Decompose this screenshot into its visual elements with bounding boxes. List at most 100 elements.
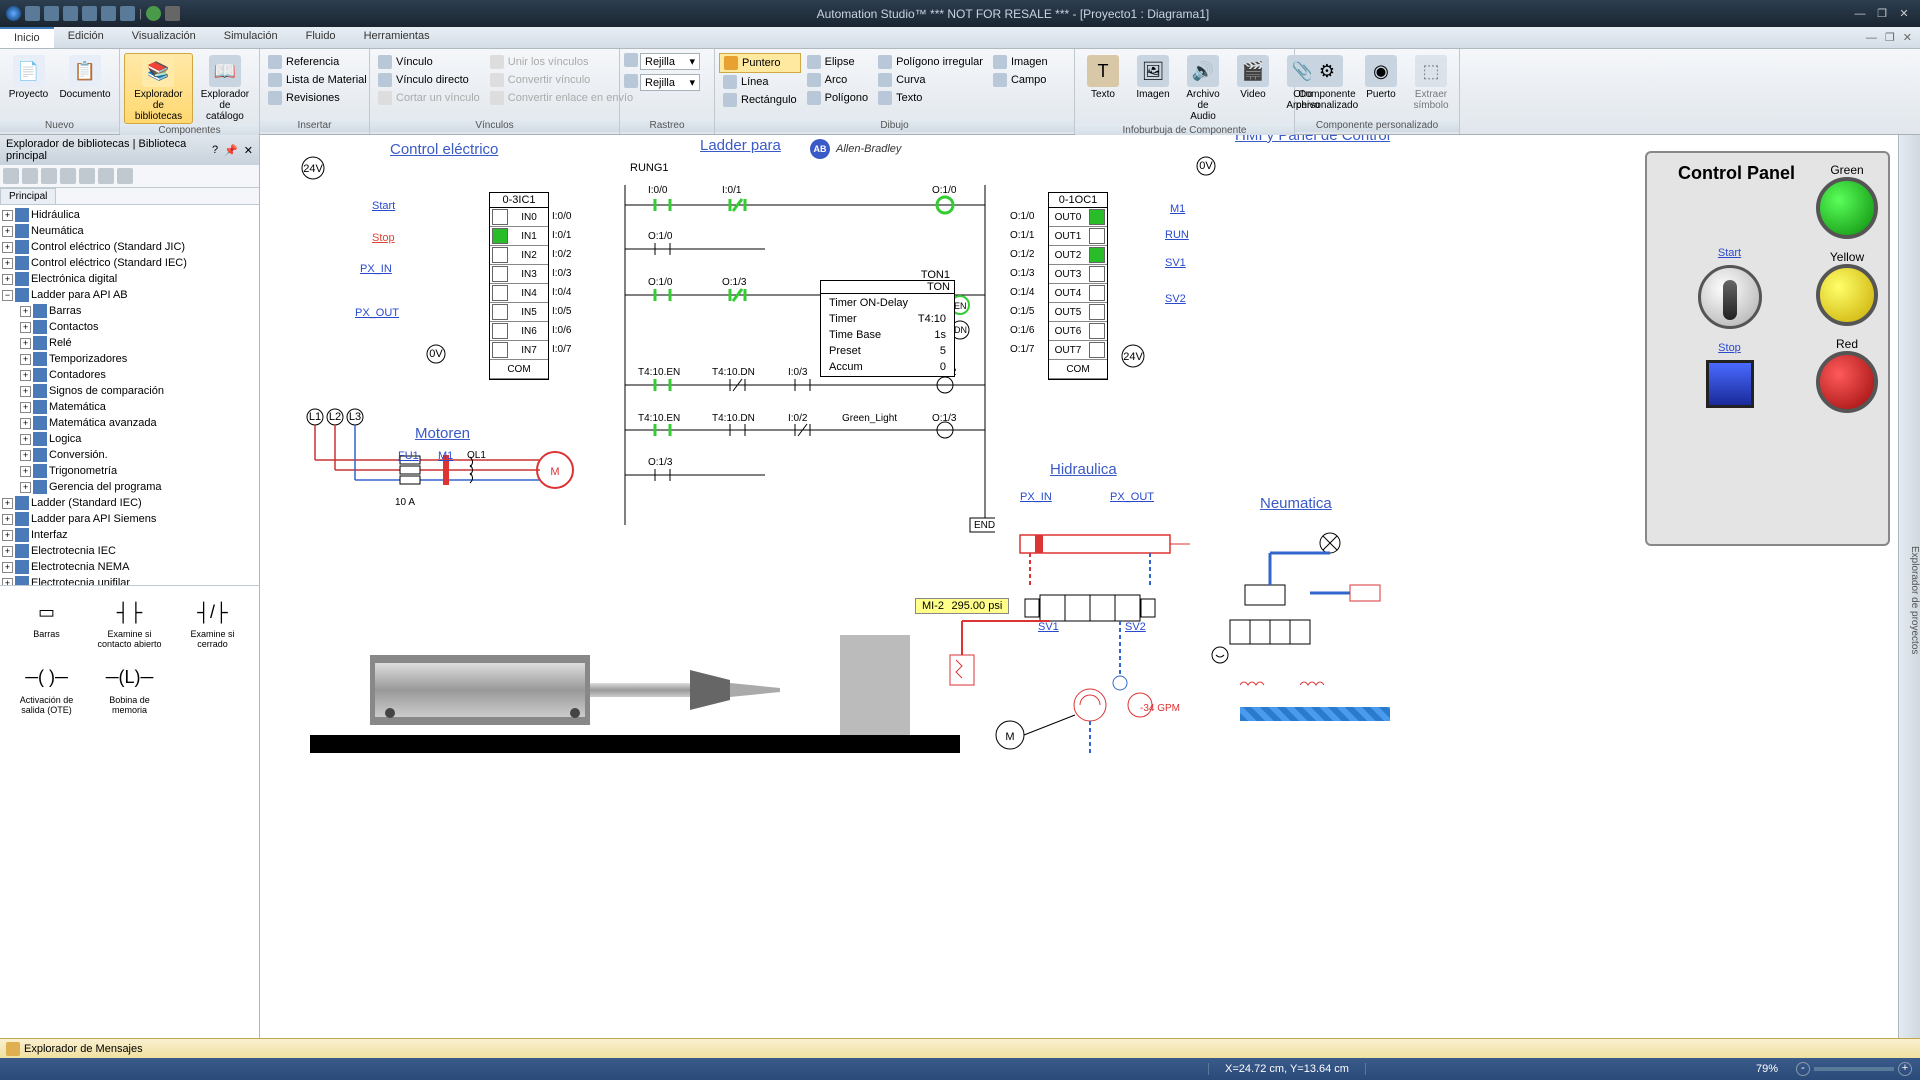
curva-button[interactable]: Curva: [874, 71, 987, 89]
tree-node[interactable]: +Trigonometría: [2, 463, 257, 479]
preview-item[interactable]: ─( )─Activación de salida (OTE): [8, 660, 85, 720]
tab-herramientas[interactable]: Herramientas: [350, 27, 444, 48]
audio-info-button[interactable]: 🔊Archivo de Audio: [1179, 53, 1227, 124]
panel-tab-principal[interactable]: Principal: [0, 188, 56, 204]
catalog-explorer-button[interactable]: 📖Explorador de catálogo: [195, 53, 255, 124]
qat-icon[interactable]: [82, 6, 97, 21]
tree-node[interactable]: +Contactos: [2, 319, 257, 335]
tree-node[interactable]: +Logica: [2, 431, 257, 447]
tree-node[interactable]: +Gerencia del programa: [2, 479, 257, 495]
lib-explorer-button[interactable]: 📚Explorador de bibliotecas: [124, 53, 193, 124]
tree-node[interactable]: +Barras: [2, 303, 257, 319]
tree-node[interactable]: +Electrotecnia IEC: [2, 543, 257, 559]
right-dock-tab[interactable]: Explorador de proyectos: [1898, 135, 1920, 1055]
rectangulo-button[interactable]: Rectángulo: [719, 91, 801, 109]
tree-node[interactable]: +Electrotecnia unifilar: [2, 575, 257, 585]
tab-simulacion[interactable]: Simulación: [210, 27, 292, 48]
convertir-enlace-button[interactable]: Convertir enlace en envío: [486, 89, 637, 107]
puntero-button[interactable]: Puntero: [719, 53, 801, 73]
unir-vinculos-button[interactable]: Unir los vínculos: [486, 53, 637, 71]
tree-node[interactable]: +Signos de comparación: [2, 383, 257, 399]
pin-icon[interactable]: 📌: [224, 144, 238, 157]
imagen-button[interactable]: Imagen: [989, 53, 1052, 71]
proyecto-button[interactable]: 📄Proyecto: [4, 53, 53, 102]
poligono-irr-button[interactable]: Polígono irregular: [874, 53, 987, 71]
tb-icon[interactable]: [60, 168, 76, 184]
puerto-button[interactable]: ◉Puerto: [1357, 53, 1405, 102]
preview-item[interactable]: ┤├Examine si contacto abierto: [91, 594, 168, 654]
close-button[interactable]: ✕: [1894, 7, 1914, 21]
tree-node[interactable]: +Control eléctrico (Standard JIC): [2, 239, 257, 255]
tb-icon[interactable]: [41, 168, 57, 184]
pin-icon[interactable]: ?: [212, 144, 218, 157]
tree-node[interactable]: +Ladder (Standard IEC): [2, 495, 257, 511]
tb-icon[interactable]: [117, 168, 133, 184]
rejilla-dropdown[interactable]: Rejilla▾: [640, 74, 700, 91]
diagram-canvas[interactable]: Control eléctrico Ladder para ABAllen-Br…: [260, 135, 1920, 1055]
vinculo-button[interactable]: Vínculo: [374, 53, 484, 71]
vinculo-directo-button[interactable]: Vínculo directo: [374, 71, 484, 89]
tb-icon[interactable]: [3, 168, 19, 184]
tab-visualizacion[interactable]: Visualización: [118, 27, 210, 48]
tb-icon[interactable]: [22, 168, 38, 184]
cortar-vinculo-button[interactable]: Cortar un vínculo: [374, 89, 484, 107]
video-info-button[interactable]: 🎬Video: [1229, 53, 1277, 102]
tab-edicion[interactable]: Edición: [54, 27, 118, 48]
revisiones-button[interactable]: Revisiones: [264, 89, 371, 107]
tree-node[interactable]: −Ladder para API AB: [2, 287, 257, 303]
tab-fluido[interactable]: Fluido: [292, 27, 350, 48]
tree-node[interactable]: +Relé: [2, 335, 257, 351]
tree-node[interactable]: +Interfaz: [2, 527, 257, 543]
tb-icon[interactable]: [98, 168, 114, 184]
qat-icon[interactable]: [44, 6, 59, 21]
tree-node[interactable]: +Control eléctrico (Standard IEC): [2, 255, 257, 271]
tb-icon[interactable]: [79, 168, 95, 184]
preview-item[interactable]: ┤/├Examine si cerrado: [174, 594, 251, 654]
tree-node[interactable]: +Neumática: [2, 223, 257, 239]
message-bar[interactable]: Explorador de Mensajes: [0, 1038, 1920, 1058]
referencia-button[interactable]: Referencia: [264, 53, 371, 71]
documento-button[interactable]: 📋Documento: [55, 53, 115, 102]
tree-node[interactable]: +Contadores: [2, 367, 257, 383]
zoom-out-button[interactable]: -: [1796, 1062, 1810, 1076]
preview-item[interactable]: ▭Barras: [8, 594, 85, 654]
tree-node[interactable]: +Matemática: [2, 399, 257, 415]
tree-node[interactable]: +Matemática avanzada: [2, 415, 257, 431]
elipse-button[interactable]: Elipse: [803, 53, 872, 71]
qat-icon[interactable]: [120, 6, 135, 21]
texto-info-button[interactable]: TTexto: [1079, 53, 1127, 102]
extraer-simbolo-button[interactable]: ⬚Extraer símbolo: [1407, 53, 1455, 113]
minimize-button[interactable]: —: [1850, 7, 1870, 21]
poligono-button[interactable]: Polígono: [803, 89, 872, 107]
sub-close-icon[interactable]: ✕: [1903, 31, 1912, 44]
arco-button[interactable]: Arco: [803, 71, 872, 89]
tree-node[interactable]: +Conversión.: [2, 447, 257, 463]
zoom-slider[interactable]: [1814, 1067, 1894, 1071]
qat-icon[interactable]: [165, 6, 180, 21]
texto-button[interactable]: Texto: [874, 89, 987, 107]
qat-icon[interactable]: [101, 6, 116, 21]
tree-node[interactable]: +Temporizadores: [2, 351, 257, 367]
sub-max-icon[interactable]: ❐: [1885, 31, 1895, 44]
sub-min-icon[interactable]: —: [1866, 32, 1877, 44]
rejilla-dropdown[interactable]: Rejilla▾: [640, 53, 700, 70]
imagen-info-button[interactable]: 🖼Imagen: [1129, 53, 1177, 102]
tree-node[interactable]: +Ladder para API Siemens: [2, 511, 257, 527]
preview-item[interactable]: ─(L)─Bobina de memoria: [91, 660, 168, 720]
convertir-vinculo-button[interactable]: Convertir vínculo: [486, 71, 637, 89]
library-tree[interactable]: +Hidráulica+Neumática+Control eléctrico …: [0, 205, 259, 585]
componente-pers-button[interactable]: ⚙Componente personalizado: [1299, 53, 1355, 113]
tree-node[interactable]: +Electrotecnia NEMA: [2, 559, 257, 575]
tree-node[interactable]: +Electrónica digital: [2, 271, 257, 287]
lista-material-button[interactable]: Lista de Material: [264, 71, 371, 89]
tab-inicio[interactable]: Inicio: [0, 27, 54, 48]
campo-button[interactable]: Campo: [989, 71, 1052, 89]
play-icon[interactable]: [146, 6, 161, 21]
maximize-button[interactable]: ❐: [1872, 7, 1892, 21]
qat-icon[interactable]: [63, 6, 78, 21]
close-panel-icon[interactable]: ✕: [244, 144, 253, 157]
stop-button[interactable]: [1706, 360, 1754, 408]
tree-node[interactable]: +Hidráulica: [2, 207, 257, 223]
linea-button[interactable]: Línea: [719, 73, 801, 91]
zoom-in-button[interactable]: +: [1898, 1062, 1912, 1076]
